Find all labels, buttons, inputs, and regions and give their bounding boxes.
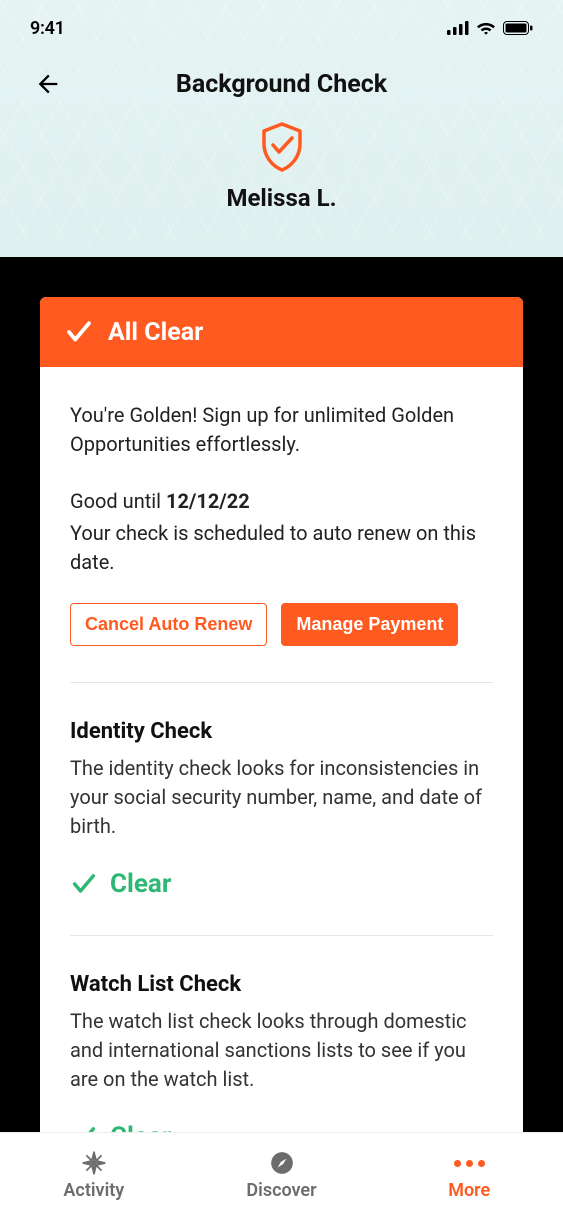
manage-payment-button[interactable]: Manage Payment [281,603,458,646]
profile-name: Melissa L. [226,184,336,212]
back-button[interactable] [28,64,68,104]
lead-text: You're Golden! Sign up for unlimited Gol… [70,401,493,459]
good-until-date: 12/12/22 [166,489,250,513]
tab-activity-label: Activity [63,1180,124,1201]
tab-more[interactable]: More [375,1133,563,1218]
tab-discover-label: Discover [246,1180,316,1201]
sparkle-icon [81,1150,107,1176]
tab-activity[interactable]: Activity [0,1133,188,1218]
tab-discover[interactable]: Discover [188,1133,376,1218]
watchlist-check-title: Watch List Check [70,972,493,997]
check-icon [64,317,94,347]
wifi-icon [476,21,496,35]
page-title: Background Check [0,70,563,99]
more-dots-icon [454,1160,485,1167]
status-time: 9:41 [30,18,65,39]
compass-icon [269,1150,295,1176]
cancel-auto-renew-button[interactable]: Cancel Auto Renew [70,603,267,646]
banner-title: All Clear [108,318,203,347]
profile-block: Melissa L. [0,122,563,212]
divider [70,682,493,683]
identity-status-row: Clear [70,869,493,899]
card-body: You're Golden! Sign up for unlimited Gol… [40,367,523,1182]
good-until-line: Good until 12/12/22 [70,489,493,513]
check-icon [70,870,98,898]
battery-icon [503,21,533,35]
watchlist-check-desc: The watch list check looks through domes… [70,1007,493,1094]
cellular-icon [447,21,469,35]
good-until-prefix: Good until [70,489,166,513]
identity-status-label: Clear [110,869,171,899]
back-arrow-icon [34,70,62,98]
identity-check-title: Identity Check [70,719,493,744]
identity-check-desc: The identity check looks for inconsisten… [70,754,493,841]
tab-more-label: More [448,1180,490,1201]
button-row: Cancel Auto Renew Manage Payment [70,603,493,646]
status-bar: 9:41 [0,0,563,56]
status-icons [447,21,533,35]
renew-text: Your check is scheduled to auto renew on… [70,519,493,577]
header-row: Background Check [0,56,563,112]
shield-check-icon [259,122,305,172]
all-clear-banner: All Clear [40,297,523,367]
tab-bar: Activity Discover More [0,1132,563,1218]
divider [70,935,493,936]
status-card: All Clear You're Golden! Sign up for unl… [40,297,523,1182]
content-area: All Clear You're Golden! Sign up for unl… [0,257,563,1182]
